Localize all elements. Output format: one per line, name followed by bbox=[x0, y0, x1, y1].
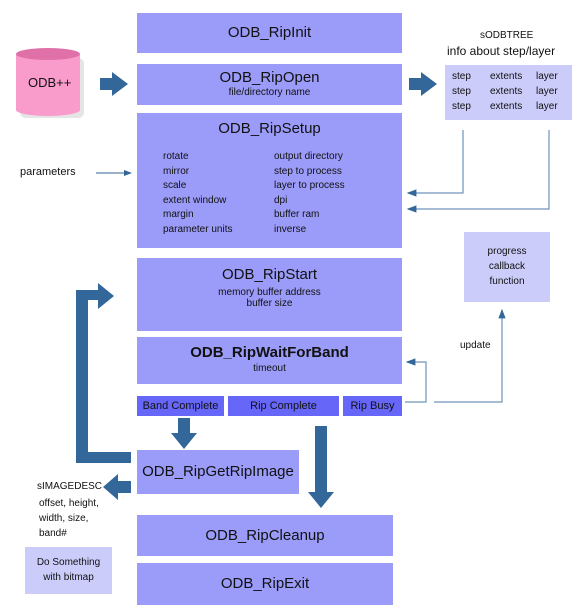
cell: extents bbox=[490, 101, 523, 112]
param: extent window bbox=[163, 194, 227, 206]
step-rip-init: ODB_RipInit bbox=[137, 13, 402, 53]
line: band# bbox=[39, 528, 67, 539]
imagedesc-fields: offset, height, width, size, band# bbox=[39, 496, 99, 541]
cell: extents bbox=[490, 86, 523, 97]
line: width, size, bbox=[39, 513, 89, 524]
step-title: ODB_RipGetRipImage bbox=[142, 463, 294, 480]
parameters-label: parameters bbox=[20, 166, 76, 178]
cell: step bbox=[452, 71, 471, 82]
step-title: ODB_RipSetup bbox=[218, 120, 321, 137]
arrow-band-complete-down bbox=[171, 418, 197, 449]
line: progress bbox=[487, 246, 527, 257]
step-rip-open: ODB_RipOpen file/directory name bbox=[137, 64, 402, 105]
update-label: update bbox=[460, 340, 491, 351]
step-subtitle: buffer size bbox=[246, 298, 293, 309]
arrow-db-to-open bbox=[100, 72, 128, 96]
rip-flow-diagram: ODB++ ODB_RipInit ODB_RipOpen file/direc… bbox=[0, 0, 580, 613]
param: step to process bbox=[274, 165, 342, 177]
param: dpi bbox=[274, 194, 288, 206]
line: callback bbox=[488, 261, 526, 272]
status-rip-busy: Rip Busy bbox=[343, 396, 402, 416]
step-rip-exit: ODB_RipExit bbox=[137, 563, 393, 605]
tree-col-step: step step step bbox=[452, 69, 471, 114]
param: rotate bbox=[163, 151, 189, 162]
step-title: ODB_RipCleanup bbox=[205, 527, 325, 544]
tree-desc: info about step/layer bbox=[447, 44, 556, 58]
param: inverse bbox=[274, 223, 307, 235]
step-rip-setup: ODB_RipSetup rotate mirror scale extent … bbox=[137, 113, 402, 248]
arrow-loop-to-start bbox=[76, 283, 131, 463]
param: margin bbox=[163, 209, 194, 220]
param: scale bbox=[163, 180, 187, 191]
cell: extents bbox=[490, 71, 523, 82]
step-rip-cleanup: ODB_RipCleanup bbox=[137, 515, 393, 556]
line: function bbox=[489, 276, 525, 287]
step-subtitle: file/directory name bbox=[228, 87, 311, 98]
tree-col-layer: layer layer layer bbox=[536, 69, 558, 114]
line: Do Something bbox=[36, 557, 101, 568]
step-rip-get-rip-image: ODB_RipGetRipImage bbox=[137, 450, 299, 494]
step-title: ODB_RipWaitForBand bbox=[190, 344, 349, 361]
setup-params-left: rotate mirror scale extent window margin… bbox=[163, 150, 232, 237]
cell: layer bbox=[536, 86, 558, 97]
param: layer to process bbox=[274, 180, 345, 191]
step-subtitle: timeout bbox=[253, 363, 286, 374]
arrow-rip-complete-down bbox=[308, 426, 334, 508]
param: parameter units bbox=[163, 223, 233, 235]
param: output directory bbox=[274, 151, 343, 162]
tree-col-extents: extents extents extents bbox=[490, 69, 522, 114]
cell: step bbox=[452, 101, 471, 112]
status-band-complete: Band Complete bbox=[137, 396, 224, 416]
step-title: ODB_RipOpen bbox=[219, 69, 320, 86]
param: buffer ram bbox=[274, 209, 320, 220]
arrow-open-to-tree bbox=[409, 72, 437, 96]
tree-name: sODBTREE bbox=[480, 30, 534, 41]
line: offset, height, bbox=[39, 498, 99, 509]
cell: layer bbox=[536, 71, 558, 82]
arrow-to-imagedesc bbox=[103, 474, 131, 500]
step-title: ODB_RipInit bbox=[227, 24, 312, 41]
setup-params-right: output directory step to process layer t… bbox=[274, 150, 345, 237]
cell: layer bbox=[536, 101, 558, 112]
step-rip-start: ODB_RipStart memory buffer address buffe… bbox=[137, 258, 402, 331]
step-rip-wait-for-band: ODB_RipWaitForBand timeout bbox=[137, 337, 402, 384]
status-rip-complete: Rip Complete bbox=[228, 396, 339, 416]
progress-callback-box: progress callback function bbox=[464, 232, 550, 302]
step-subtitle: memory buffer address bbox=[218, 287, 321, 298]
line: with bitmap bbox=[43, 572, 94, 583]
cell: step bbox=[452, 86, 471, 97]
imagedesc-name: sIMAGEDESC bbox=[37, 481, 103, 492]
do-something-box: Do Something with bitmap bbox=[25, 547, 112, 594]
param: mirror bbox=[163, 165, 190, 177]
tree-box: step step step extents extents extents layer… bbox=[445, 65, 572, 120]
database-label: ODB++ bbox=[28, 75, 72, 90]
step-title: ODB_RipExit bbox=[220, 575, 310, 592]
step-title: ODB_RipStart bbox=[221, 266, 318, 283]
